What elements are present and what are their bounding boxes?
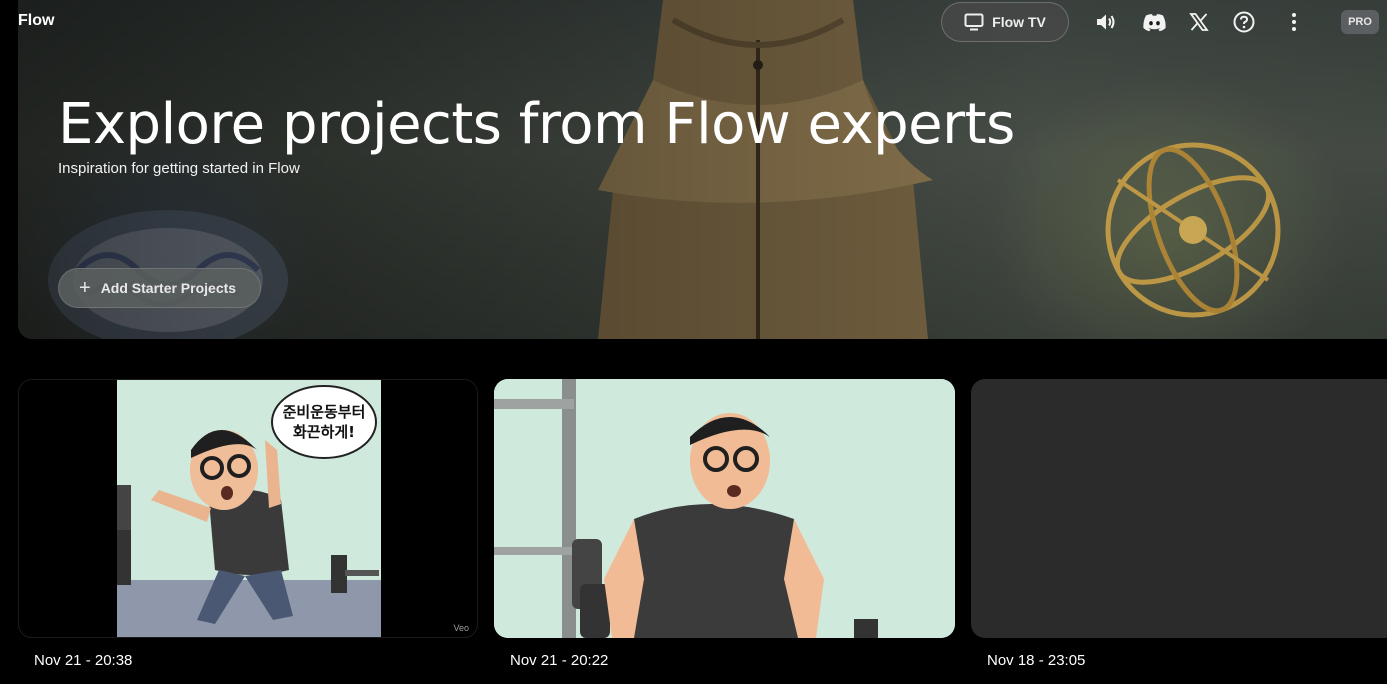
flow-tv-button[interactable]: Flow TV (941, 2, 1069, 42)
add-starter-projects-button[interactable]: + Add Starter Projects (58, 268, 261, 308)
add-starter-projects-label: Add Starter Projects (100, 280, 237, 296)
project-thumbnail: 준비운동부터 화끈하게! (117, 380, 381, 637)
hero-title: Explore projects from Flow experts (58, 92, 1015, 157)
app-brand[interactable]: Flow (18, 12, 54, 30)
project-card[interactable] (971, 379, 1387, 638)
hero-banner: Explore projects from Flow experts Inspi… (18, 0, 1387, 339)
plus-icon: + (79, 277, 91, 299)
discord-icon[interactable] (1141, 10, 1167, 34)
more-vert-icon[interactable] (1281, 10, 1307, 34)
project-date: Nov 21 - 20:22 (510, 652, 609, 669)
hero-subtitle: Inspiration for getting started in Flow (58, 160, 300, 177)
speech-bubble-text: 준비운동부터 (283, 403, 366, 421)
pro-plan-badge[interactable]: PRO (1341, 10, 1379, 34)
volume-icon[interactable] (1093, 10, 1119, 34)
x-logo-icon[interactable] (1186, 10, 1212, 34)
help-icon[interactable] (1231, 10, 1257, 34)
veo-watermark: Veo (453, 623, 469, 633)
project-card[interactable]: 준비운동부터 화끈하게! Veo (18, 379, 478, 638)
project-card[interactable] (494, 379, 955, 638)
project-date: Nov 21 - 20:38 (34, 652, 133, 669)
tv-icon (964, 13, 984, 31)
flow-tv-label: Flow TV (992, 14, 1046, 30)
project-thumbnail (494, 379, 955, 638)
project-date: Nov 18 - 23:05 (987, 652, 1086, 669)
svg-text:화끈하게!: 화끈하게! (293, 423, 355, 441)
flow-home-page: Explore projects from Flow experts Inspi… (0, 0, 1387, 684)
